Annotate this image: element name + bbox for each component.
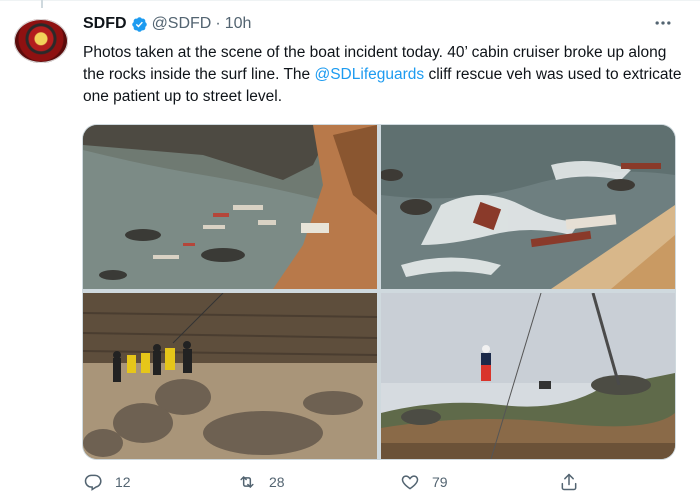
heart-icon (401, 475, 419, 490)
reply-icon (84, 474, 102, 491)
avatar[interactable] (14, 19, 68, 63)
cliff-rescue-crane-photo[interactable] (381, 293, 675, 459)
share-button[interactable] (559, 470, 591, 494)
user-handle[interactable]: @SDFD (152, 15, 212, 33)
verified-badge-icon (131, 16, 148, 33)
reply-button[interactable]: 12 (83, 470, 131, 494)
like-count: 79 (432, 474, 448, 490)
reply-count: 12 (115, 474, 131, 490)
share-icon (561, 473, 577, 491)
more-horizontal-icon[interactable] (651, 13, 675, 33)
tweet-text: Photos taken at the scene of the boat in… (83, 42, 683, 108)
media-grid (83, 125, 675, 459)
separator-dot: · (215, 15, 221, 32)
mention-link[interactable]: @SDLifeguards (314, 66, 424, 83)
boat-wreckage-photo[interactable] (83, 125, 377, 289)
retweet-button[interactable]: 28 (237, 470, 285, 494)
tweet-header: SDFD @SDFD · 10h (83, 14, 251, 34)
thread-line (41, 0, 43, 8)
rescuers-on-rocks-photo[interactable] (83, 293, 377, 459)
top-border (0, 0, 700, 1)
timestamp[interactable]: 10h (225, 15, 252, 33)
retweet-count: 28 (269, 474, 285, 490)
boat-debris-surf-photo[interactable] (381, 125, 675, 289)
like-button[interactable]: 79 (400, 470, 448, 494)
tweet-actions: 12 28 79 (83, 470, 683, 494)
display-name[interactable]: SDFD (83, 15, 127, 33)
retweet-icon (240, 476, 254, 488)
